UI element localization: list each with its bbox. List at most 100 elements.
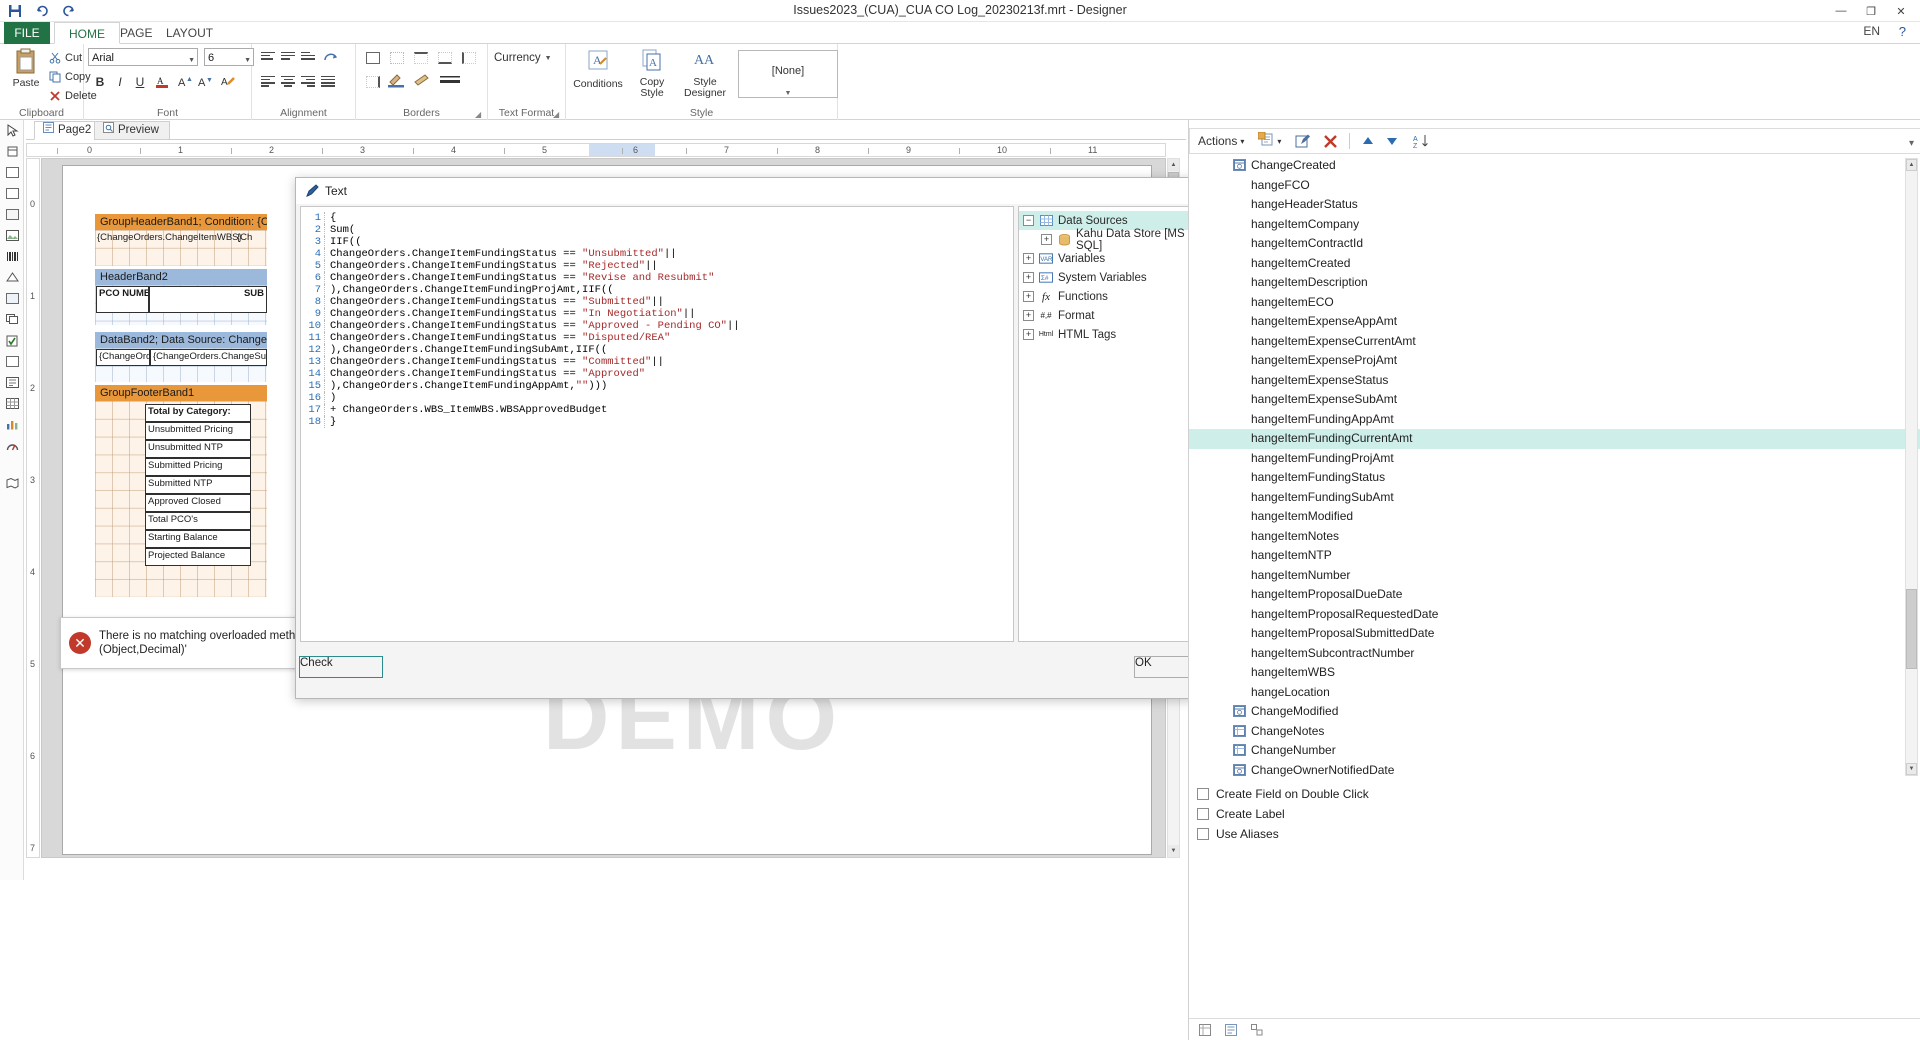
zipcode-tool[interactable] xyxy=(0,372,24,393)
expand-icon[interactable]: + xyxy=(1023,310,1034,321)
code-line[interactable]: 2Sum( xyxy=(303,224,1013,236)
dictionary-field-row[interactable]: ChangeNotes xyxy=(1189,722,1920,742)
code-line[interactable]: 3IIF(( xyxy=(303,236,1013,248)
underline-button[interactable]: U xyxy=(130,72,150,92)
border-top-button[interactable] xyxy=(410,48,432,68)
rich-text-tool[interactable] xyxy=(0,204,24,225)
font-color-button[interactable]: A xyxy=(152,72,172,92)
data-cell-change-orders[interactable]: {ChangeOrders. xyxy=(96,349,150,366)
dictionary-field-row[interactable]: hangeItemNumber xyxy=(1189,566,1920,586)
barcode-tool[interactable] xyxy=(0,246,24,267)
footer-row-label[interactable]: Unsubmitted Pricing xyxy=(145,422,251,440)
checkbox-tool[interactable] xyxy=(0,330,24,351)
font-name-select[interactable]: Arial ▼ xyxy=(88,48,198,66)
dictionary-field-row[interactable]: hangeItemProposalSubmittedDate xyxy=(1189,624,1920,644)
dictionary-field-row[interactable]: hangeItemCompany xyxy=(1189,215,1920,235)
dictionary-field-row[interactable]: hangeItemExpenseAppAmt xyxy=(1189,312,1920,332)
group-header-field-2[interactable]: {Ch xyxy=(237,232,252,243)
footer-row-label[interactable]: Total by Category: xyxy=(145,404,251,422)
gauge-tool[interactable] xyxy=(0,435,24,456)
copy-style-button[interactable]: A CopyStyle xyxy=(628,48,676,99)
option-create-label[interactable]: Create Label xyxy=(1197,805,1497,823)
move-up-button[interactable] xyxy=(1361,134,1375,148)
dictionary-field-row[interactable]: hangeItemNTP xyxy=(1189,546,1920,566)
tree-node-variables[interactable]: +VARVariables xyxy=(1019,249,1195,268)
checkbox[interactable] xyxy=(1197,828,1209,840)
align-top-button[interactable] xyxy=(258,48,278,68)
header-cell-sub[interactable]: SUB xyxy=(149,286,267,313)
code-line[interactable]: 13ChangeOrders.ChangeItemFundingStatus =… xyxy=(303,356,1013,368)
dictionary-field-row[interactable]: hangeItemExpenseStatus xyxy=(1189,371,1920,391)
dictionary-field-row[interactable]: hangeItemFundingSubAmt xyxy=(1189,488,1920,508)
dictionary-field-row[interactable]: hangeLocation xyxy=(1189,683,1920,703)
dictionary-field-row[interactable]: hangeItemContractId xyxy=(1189,234,1920,254)
data-cell-change-subject[interactable]: {ChangeOrders.ChangeSubject} xyxy=(150,349,267,366)
help-icon[interactable]: ? xyxy=(1899,24,1906,39)
code-line[interactable]: 5ChangeOrders.ChangeItemFundingStatus ==… xyxy=(303,260,1013,272)
footer-row-label[interactable]: Approved Closed xyxy=(145,494,251,512)
footer-row-label[interactable]: Starting Balance xyxy=(145,530,251,548)
expand-icon[interactable]: + xyxy=(1041,234,1052,245)
align-middle-button[interactable] xyxy=(278,48,298,68)
footer-row-label[interactable]: Unsubmitted NTP xyxy=(145,440,251,458)
dictionary-field-row[interactable]: ChangeNumber xyxy=(1189,741,1920,761)
textbox-tool[interactable] xyxy=(0,183,24,204)
tab-layout[interactable]: LAYOUT xyxy=(152,22,227,44)
footer-row-label[interactable]: Total PCO's xyxy=(145,512,251,530)
tree-node-functions[interactable]: +fxFunctions xyxy=(1019,287,1195,306)
text-format-dialog-launcher[interactable]: ◢ xyxy=(553,110,562,119)
align-justify-button[interactable] xyxy=(318,72,338,92)
dictionary-field-row[interactable]: hangeItemSubcontractNumber xyxy=(1189,644,1920,664)
dictionary-field-list[interactable]: ChangeCreatedhangeFCOhangeHeaderStatusha… xyxy=(1189,156,1920,778)
dictionary-field-row[interactable]: hangeItemProposalDueDate xyxy=(1189,585,1920,605)
map-tool[interactable] xyxy=(0,472,24,493)
border-all-button[interactable] xyxy=(362,48,384,68)
edit-item-button[interactable] xyxy=(1295,134,1311,149)
dictionary-field-row[interactable]: ChangeCreated xyxy=(1189,156,1920,176)
dictionary-field-row[interactable]: hangeItemCreated xyxy=(1189,254,1920,274)
data-dictionary-tree[interactable]: −Data Sources+Kahu Data Store [MS SQL]+V… xyxy=(1018,206,1196,642)
footer-row-label[interactable]: Submitted Pricing xyxy=(145,458,251,476)
image-tool[interactable] xyxy=(0,225,24,246)
code-line[interactable]: 14ChangeOrders.ChangeItemFundingStatus =… xyxy=(303,368,1013,380)
border-color-button[interactable] xyxy=(386,72,408,92)
vertical-ruler[interactable]: 0 1 2 3 4 5 6 7 xyxy=(26,158,40,858)
tab-page2[interactable]: Page2 xyxy=(34,121,102,140)
subreport-tool[interactable] xyxy=(0,351,24,372)
dictionary-field-row[interactable]: hangeItemWBS xyxy=(1189,663,1920,683)
text-expression-dialog[interactable]: Text ? ✕ 1{2Sum(3IIF((4ChangeOrders.Chan… xyxy=(295,177,1270,699)
tree-node-kahu-data-store-ms-sql[interactable]: +Kahu Data Store [MS SQL] xyxy=(1019,230,1195,249)
style-selector[interactable]: [None] ▼ xyxy=(738,50,838,98)
table-tool[interactable] xyxy=(0,393,24,414)
code-line[interactable]: 18} xyxy=(303,416,1013,428)
dictionary-field-row[interactable]: hangeItemProposalRequestedDate xyxy=(1189,605,1920,625)
bold-button[interactable]: B xyxy=(90,72,110,92)
footer-row-label[interactable]: Projected Balance xyxy=(145,548,251,566)
dictionary-field-row[interactable]: hangeItemFundingStatus xyxy=(1189,468,1920,488)
align-right-button[interactable] xyxy=(298,72,318,92)
dictionary-field-row[interactable]: hangeItemExpenseProjAmt xyxy=(1189,351,1920,371)
code-line[interactable]: 17+ ChangeOrders.WBS_ItemWBS.WBSApproved… xyxy=(303,404,1013,416)
header-cell-pco-number[interactable]: PCO NUMBER xyxy=(96,286,149,313)
checkbox[interactable] xyxy=(1197,788,1209,800)
checkbox[interactable] xyxy=(1197,808,1209,820)
dictionary-scrollbar[interactable]: ▲ ▼ xyxy=(1905,158,1918,776)
dictionary-field-row[interactable]: hangeItemDescription xyxy=(1189,273,1920,293)
code-line[interactable]: 8ChangeOrders.ChangeItemFundingStatus ==… xyxy=(303,296,1013,308)
scroll-up-arrow[interactable]: ▲ xyxy=(1906,159,1917,171)
conditions-button[interactable]: A Conditions xyxy=(570,48,626,90)
grow-font-button[interactable]: A▲ xyxy=(176,72,196,92)
align-center-button[interactable] xyxy=(278,72,298,92)
dictionary-field-row[interactable]: ChangeOwnerNotifiedDate xyxy=(1189,761,1920,779)
clear-formatting-button[interactable]: A xyxy=(218,72,238,92)
text-format-select[interactable]: Currency ▼ xyxy=(494,49,552,67)
text-tool[interactable] xyxy=(0,162,24,183)
move-down-button[interactable] xyxy=(1385,134,1399,148)
code-line[interactable]: 12),ChangeOrders.ChangeItemFundingSubAmt… xyxy=(303,344,1013,356)
code-line[interactable]: 6ChangeOrders.ChangeItemFundingStatus ==… xyxy=(303,272,1013,284)
scroll-thumb[interactable] xyxy=(1906,589,1917,669)
dictionary-field-row[interactable]: hangeFCO xyxy=(1189,176,1920,196)
code-line[interactable]: 10ChangeOrders.ChangeItemFundingStatus =… xyxy=(303,320,1013,332)
scroll-down-arrow[interactable]: ▼ xyxy=(1168,845,1179,857)
expand-icon[interactable]: + xyxy=(1023,291,1034,302)
